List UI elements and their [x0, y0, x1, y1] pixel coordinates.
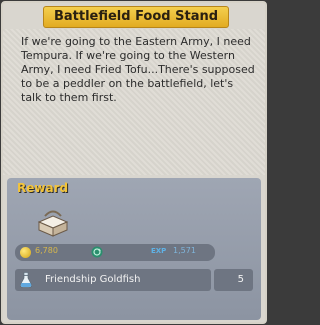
spirit-orb-icon — [91, 246, 103, 258]
reward-item-name: Friendship Goldfish — [45, 274, 141, 285]
gold-coin-icon — [20, 247, 31, 258]
potion-icon — [20, 272, 32, 288]
quest-panel: Battlefield Food Stand If we're going to… — [1, 1, 267, 324]
food-box-icon[interactable] — [35, 204, 71, 240]
reward-label: Reward — [17, 181, 69, 195]
gold-amount: 6,780 — [35, 246, 58, 255]
quest-title: Battlefield Food Stand — [43, 6, 229, 28]
reward-item-quantity: 5 — [237, 274, 244, 285]
exp-amount: 1,571 — [173, 246, 196, 255]
quest-description: If we're going to the Eastern Army, I ne… — [21, 35, 255, 104]
reward-item-quantity-box: 5 — [214, 269, 253, 291]
reward-stats-bar: 6,780 EXP 1,571 — [15, 244, 215, 261]
reward-item-row[interactable]: Friendship Goldfish — [15, 269, 211, 291]
exp-label: EXP — [151, 247, 167, 255]
reward-section: Reward 6,780 EXP 1,571 Friendship Goldfi… — [7, 178, 261, 320]
